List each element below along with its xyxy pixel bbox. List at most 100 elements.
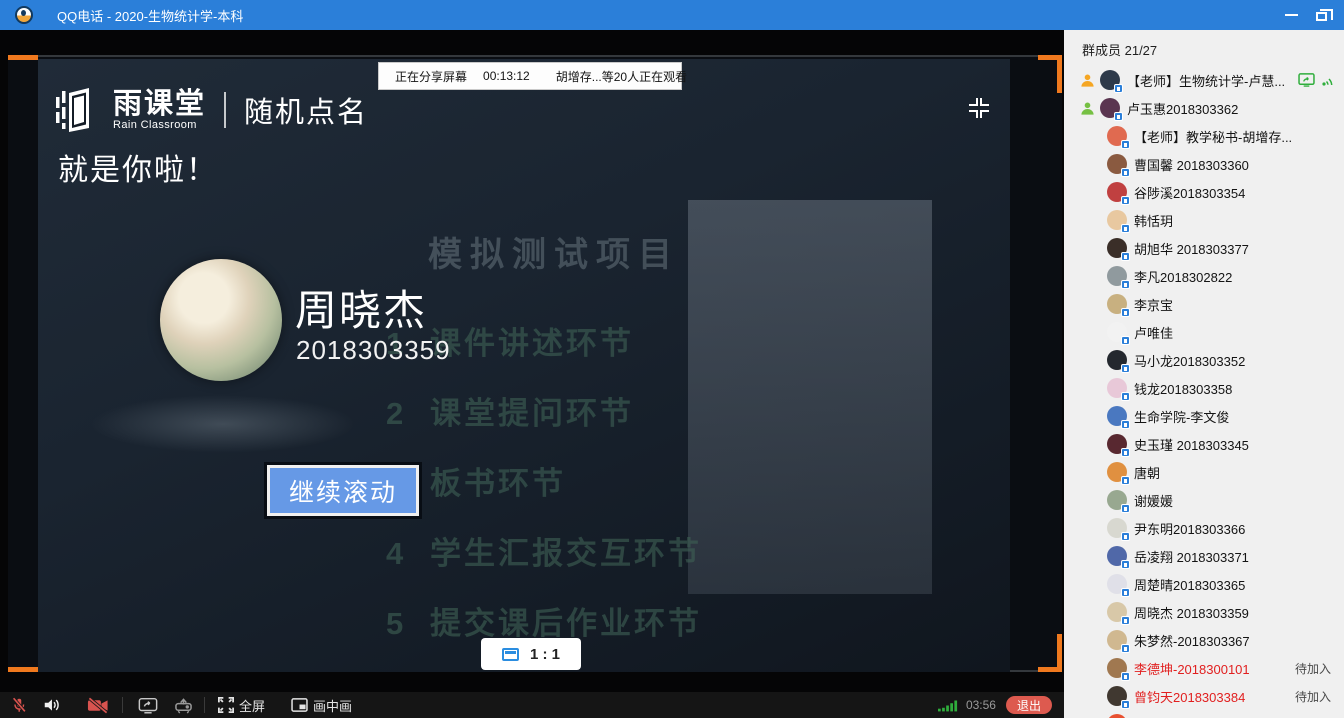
signal-strength-icon	[938, 699, 958, 712]
window-title: QQ电话 - 2020-生物统计学-本科	[57, 6, 243, 25]
minimize-button[interactable]	[1276, 0, 1306, 30]
member-name: 周晓杰 2018303359	[1134, 603, 1249, 622]
member-avatar	[1100, 98, 1120, 118]
pending-join-label: 待加入	[1295, 688, 1331, 705]
member-avatar	[1107, 658, 1127, 678]
member-name: 马小龙2018303352	[1134, 351, 1245, 370]
mobile-online-badge	[1121, 420, 1130, 429]
member-row[interactable]: 李德坤-2018300101 待加入	[1064, 654, 1344, 682]
speaker-button[interactable]	[42, 696, 61, 714]
member-name: 李德坤-2018300101	[1134, 659, 1250, 678]
member-row[interactable]: 唐朝	[1064, 458, 1344, 486]
member-avatar	[1107, 294, 1127, 314]
spotlight-ellipse	[90, 395, 356, 453]
member-row[interactable]: 卢玉惠2018303362	[1064, 94, 1344, 122]
agenda-item-number: 2	[386, 396, 430, 432]
collapse-icon[interactable]	[968, 97, 990, 119]
brand-block: 雨课堂 Rain Classroom	[113, 89, 206, 131]
member-row[interactable]: 卢唯佳	[1064, 318, 1344, 346]
mobile-online-badge	[1121, 588, 1130, 597]
member-avatar	[1107, 714, 1127, 718]
mobile-online-badge	[1114, 112, 1123, 121]
member-row[interactable]: 曹国馨 2018303360	[1064, 150, 1344, 178]
member-avatar	[1100, 70, 1120, 90]
video-area: 模拟测试项目 1 课件讲述环节 2 课堂提问环节	[0, 30, 1064, 692]
agenda-item-number: 5	[386, 606, 430, 642]
pip-button[interactable]: 画中画	[291, 696, 352, 715]
member-row[interactable]: 谷陟溪2018303354	[1064, 178, 1344, 206]
member-avatar	[1107, 210, 1127, 230]
header-divider	[224, 92, 226, 128]
member-row[interactable]: 胡旭华 2018303377	[1064, 234, 1344, 262]
member-row[interactable]: 【老师】生物统计学-卢慧...	[1064, 66, 1344, 94]
toolbar-divider	[204, 697, 205, 713]
mobile-online-badge	[1121, 308, 1130, 317]
exit-call-button[interactable]: 退出	[1006, 696, 1052, 714]
agenda-list: 1 课件讲述环节 2 课堂提问环节 3 板书环节	[386, 318, 806, 643]
member-row[interactable]: 曾钧天2018303384 待加入	[1064, 682, 1344, 710]
continue-scroll-button[interactable]: 继续滚动	[267, 465, 419, 516]
member-name: 李凡2018302822	[1134, 267, 1232, 286]
member-row[interactable]: 李凡2018302822	[1064, 262, 1344, 290]
fullscreen-label: 全屏	[239, 696, 265, 715]
mic-muted-button[interactable]	[10, 696, 28, 714]
camera-muted-button[interactable]	[87, 697, 109, 714]
share-corner-marker	[8, 667, 38, 672]
mobile-online-badge	[1121, 476, 1130, 485]
member-row[interactable]: 岳凌翔 2018303371	[1064, 542, 1344, 570]
restore-icon	[1316, 12, 1327, 21]
member-row[interactable]: 马小龙2018303352	[1064, 346, 1344, 374]
member-name: 尹东明2018303366	[1134, 519, 1245, 538]
member-row[interactable]: 李京宝	[1064, 290, 1344, 318]
member-row[interactable]: 史玉瑾 2018303345	[1064, 430, 1344, 458]
member-avatar	[1107, 630, 1127, 650]
member-name: 韩恬玥	[1134, 211, 1173, 230]
member-row[interactable]: 谢媛媛	[1064, 486, 1344, 514]
toolbar-divider	[122, 697, 123, 713]
mobile-online-badge	[1121, 224, 1130, 233]
mobile-online-badge	[1121, 140, 1130, 149]
member-row[interactable]: 周楚晴2018303365	[1064, 570, 1344, 598]
member-name: 岳凌翔 2018303371	[1134, 547, 1249, 566]
member-avatar	[1107, 518, 1127, 538]
member-row[interactable]: 韩恬玥	[1064, 206, 1344, 234]
member-avatar	[1107, 266, 1127, 286]
member-row[interactable]: 陈然 待加入	[1064, 710, 1344, 718]
mobile-online-badge	[1121, 644, 1130, 653]
member-row[interactable]: 【老师】教学秘书-胡增存...	[1064, 122, 1344, 150]
qq-app-icon	[15, 6, 33, 24]
agenda-item: 4 学生汇报交互环节	[386, 528, 806, 573]
mobile-online-badge	[1121, 616, 1130, 625]
mobile-online-badge	[1121, 560, 1130, 569]
zoom-ratio-pill[interactable]: 1 : 1	[481, 638, 581, 670]
member-row[interactable]: 周晓杰 2018303359	[1064, 598, 1344, 626]
member-row[interactable]: 尹东明2018303366	[1064, 514, 1344, 542]
rain-classroom-header: 雨课堂 Rain Classroom 随机点名	[55, 87, 368, 133]
member-avatar	[1107, 574, 1127, 594]
share-screen-button[interactable]	[138, 697, 158, 714]
member-name: 唐朝	[1134, 463, 1160, 482]
mobile-online-badge	[1121, 168, 1130, 177]
member-avatar	[1107, 546, 1127, 566]
member-avatar	[1107, 126, 1127, 146]
mobile-online-badge	[1121, 252, 1130, 261]
mobile-online-badge	[1121, 392, 1130, 401]
pip-icon	[291, 698, 308, 712]
member-name: 生命学院-李文俊	[1134, 407, 1229, 426]
member-name: 卢玉惠2018303362	[1127, 99, 1238, 118]
share-corner-marker	[1038, 634, 1062, 672]
mobile-online-badge	[1114, 84, 1123, 93]
projector-button[interactable]	[174, 697, 193, 714]
student-id: 2018303359	[296, 335, 451, 366]
agenda-item: 5 提交课后作业环节	[386, 598, 806, 643]
member-name: 周楚晴2018303365	[1134, 575, 1245, 594]
member-row[interactable]: 朱梦然-2018303367	[1064, 626, 1344, 654]
member-row[interactable]: 生命学院-李文俊	[1064, 402, 1344, 430]
member-avatar	[1107, 490, 1127, 510]
mobile-online-badge	[1121, 700, 1130, 709]
member-list: 【老师】生物统计学-卢慧...	[1064, 66, 1344, 718]
member-avatar	[1107, 406, 1127, 426]
member-row[interactable]: 钱龙2018303358	[1064, 374, 1344, 402]
restore-button[interactable]	[1306, 0, 1336, 30]
fullscreen-button[interactable]: 全屏	[218, 696, 265, 715]
